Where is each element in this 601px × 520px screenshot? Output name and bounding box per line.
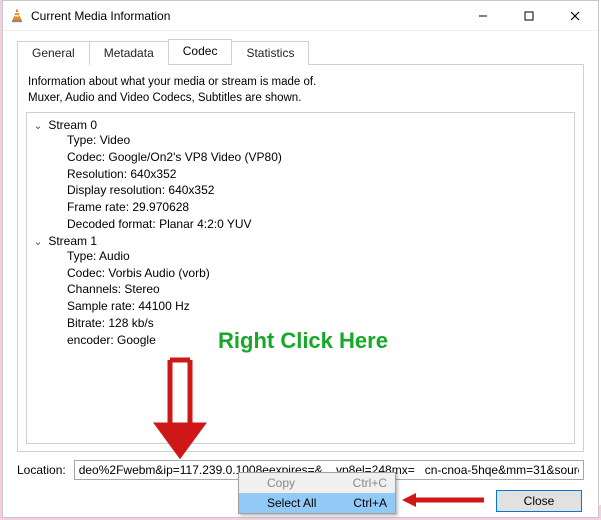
prop-row: Display resolution640x352 [67, 182, 570, 199]
stream-label: Stream 1 [48, 234, 97, 248]
prop-row: Resolution640x352 [67, 166, 570, 183]
prop-row: TypeAudio [67, 248, 570, 265]
close-window-button[interactable] [552, 1, 598, 30]
prop-row: CodecGoogle/On2's VP8 Video (VP80) [67, 149, 570, 166]
stream-node-0[interactable]: ⌄ Stream 0 TypeVideo CodecGoogle/On2's V… [31, 118, 570, 233]
ctx-shortcut: Ctrl+A [353, 496, 387, 510]
info-line-1: Information about what your media or str… [28, 76, 316, 88]
prop-row: TypeVideo [67, 132, 570, 149]
codec-info-text: Information about what your media or str… [28, 75, 573, 106]
vlc-icon [9, 8, 25, 24]
maximize-button[interactable] [506, 1, 552, 30]
minimize-button[interactable] [460, 1, 506, 30]
window-controls [460, 1, 598, 30]
info-line-2: Muxer, Audio and Video Codecs, Subtitles… [28, 92, 301, 104]
expand-toggle-icon[interactable]: ⌄ [31, 119, 45, 132]
tab-metadata[interactable]: Metadata [89, 41, 169, 65]
tab-statistics[interactable]: Statistics [231, 41, 309, 65]
tab-general[interactable]: General [17, 41, 90, 65]
prop-row: encoderGoogle [67, 332, 570, 349]
prop-row: Frame rate29.970628 [67, 199, 570, 216]
ctx-item-select-all[interactable]: Select All Ctrl+A [239, 493, 395, 513]
stream-0-props: TypeVideo CodecGoogle/On2's VP8 Video (V… [67, 132, 570, 233]
prop-row: Sample rate44100 Hz [67, 298, 570, 315]
window-title: Current Media Information [31, 9, 460, 23]
stream-1-props: TypeAudio CodecVorbis Audio (vorb) Chann… [67, 248, 570, 349]
context-menu: Copy Ctrl+C Select All Ctrl+A [238, 472, 396, 514]
tab-codec[interactable]: Codec [168, 39, 233, 64]
ctx-item-copy: Copy Ctrl+C [239, 473, 395, 493]
location-label: Location: [17, 463, 66, 477]
stream-label: Stream 0 [48, 118, 97, 132]
ctx-label: Select All [267, 496, 353, 510]
prop-row: ChannelsStereo [67, 281, 570, 298]
close-button[interactable]: Close [496, 490, 582, 512]
titlebar: Current Media Information [3, 1, 598, 31]
prop-row: CodecVorbis Audio (vorb) [67, 265, 570, 282]
prop-row: Decoded formatPlanar 4:2:0 YUV [67, 216, 570, 233]
ctx-label: Copy [267, 476, 353, 490]
stream-node-1[interactable]: ⌄ Stream 1 TypeAudio CodecVorbis Audio (… [31, 234, 570, 349]
ctx-shortcut: Ctrl+C [353, 476, 387, 490]
prop-row: Bitrate128 kb/s [67, 315, 570, 332]
tab-row: General Metadata Codec Statistics [3, 31, 598, 64]
dialog-window: Current Media Information General Metada… [2, 0, 599, 518]
codec-tree[interactable]: ⌄ Stream 0 TypeVideo CodecGoogle/On2's V… [26, 112, 575, 444]
expand-toggle-icon[interactable]: ⌄ [31, 235, 45, 248]
codec-panel: Information about what your media or str… [17, 64, 584, 452]
